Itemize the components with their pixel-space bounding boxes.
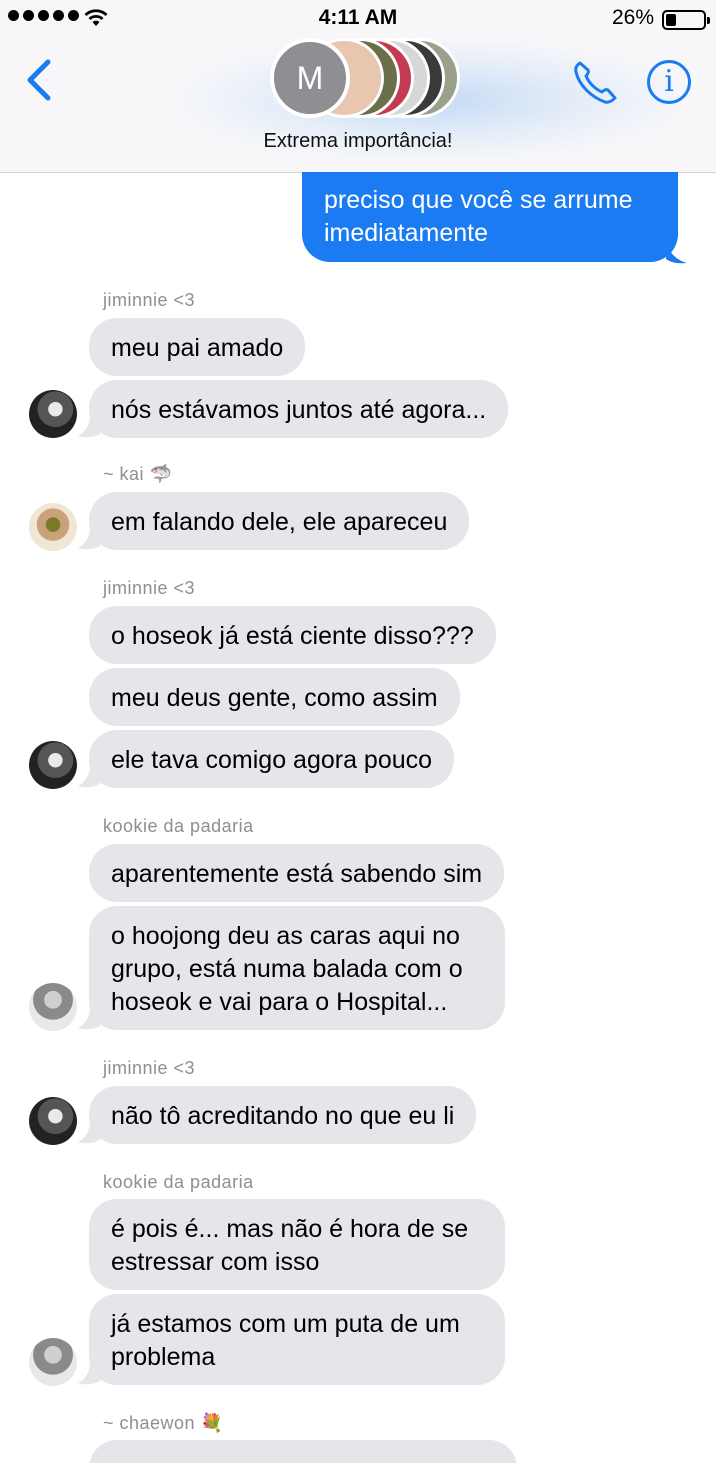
avatar-jiminnie[interactable] xyxy=(29,1097,77,1145)
status-time: 4:11 AM xyxy=(318,6,398,29)
avatar-kookie[interactable] xyxy=(29,983,77,1031)
group-avatar-stack[interactable]: M xyxy=(270,38,460,118)
sender-name: ~ chaewon 💐 xyxy=(103,1413,224,1433)
bubble-tail xyxy=(78,416,100,438)
avatar-kai[interactable] xyxy=(29,503,77,551)
incoming-message[interactable]: é pois é... mas não é hora de se estress… xyxy=(89,1199,505,1290)
bubble-tail xyxy=(666,240,687,264)
incoming-message-partial[interactable] xyxy=(89,1440,517,1463)
chevron-left-icon xyxy=(27,59,51,101)
bubble-tail xyxy=(78,1122,100,1144)
back-button[interactable] xyxy=(22,56,62,104)
chat-header: 4:11 AM 26% M Extrema importância! i xyxy=(0,0,716,173)
incoming-message[interactable]: o hoojong deu as caras aqui no grupo, es… xyxy=(89,906,505,1030)
avatar-jiminnie[interactable] xyxy=(29,390,77,438)
sender-name: kookie da padaria xyxy=(103,816,254,836)
battery-percent: 26% xyxy=(611,6,654,29)
sender-name: ~ kai 🦈 xyxy=(103,464,173,484)
bubble-tail xyxy=(78,766,100,788)
bubble-tail xyxy=(78,1008,100,1030)
bubble-tail xyxy=(78,1363,100,1385)
info-icon: i xyxy=(664,64,674,99)
incoming-message[interactable]: não tô acreditando no que eu li xyxy=(89,1086,477,1144)
incoming-message[interactable]: meu pai amado xyxy=(89,318,306,376)
incoming-message[interactable]: já estamos com um puta de um problema xyxy=(89,1294,505,1385)
info-button[interactable]: i xyxy=(647,60,691,104)
incoming-message[interactable]: meu deus gente, como assim xyxy=(89,668,460,726)
incoming-message[interactable]: aparentemente está sabendo sim xyxy=(89,844,505,902)
incoming-message[interactable]: o hoseok já está ciente disso??? xyxy=(89,606,496,664)
avatar-jiminnie[interactable] xyxy=(29,741,77,789)
sender-name: kookie da padaria xyxy=(103,1172,254,1192)
phone-icon xyxy=(574,61,617,104)
sender-name: jiminnie <3 xyxy=(103,290,196,310)
battery-icon xyxy=(662,10,710,30)
incoming-message[interactable]: ele tava comigo agora pouco xyxy=(89,730,455,788)
bubble-tail xyxy=(78,528,100,550)
call-button[interactable] xyxy=(570,58,620,108)
avatar-kookie[interactable] xyxy=(29,1338,77,1386)
group-title[interactable]: Extrema importância! xyxy=(0,130,716,153)
incoming-message[interactable]: em falando dele, ele apareceu xyxy=(89,492,470,550)
incoming-message[interactable]: nós estávamos juntos até agora... xyxy=(89,380,509,438)
sender-name: jiminnie <3 xyxy=(103,578,196,598)
sender-name: jiminnie <3 xyxy=(103,1058,196,1078)
group-avatar-initial: M xyxy=(270,38,350,118)
outgoing-message[interactable]: preciso que você se arrume imediatamente xyxy=(302,172,678,262)
